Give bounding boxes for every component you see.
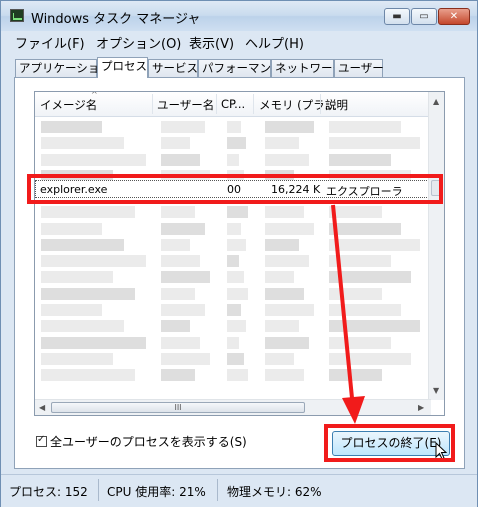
annotation-arrow <box>331 204 365 424</box>
tab-processes[interactable]: プロセス <box>97 57 148 78</box>
